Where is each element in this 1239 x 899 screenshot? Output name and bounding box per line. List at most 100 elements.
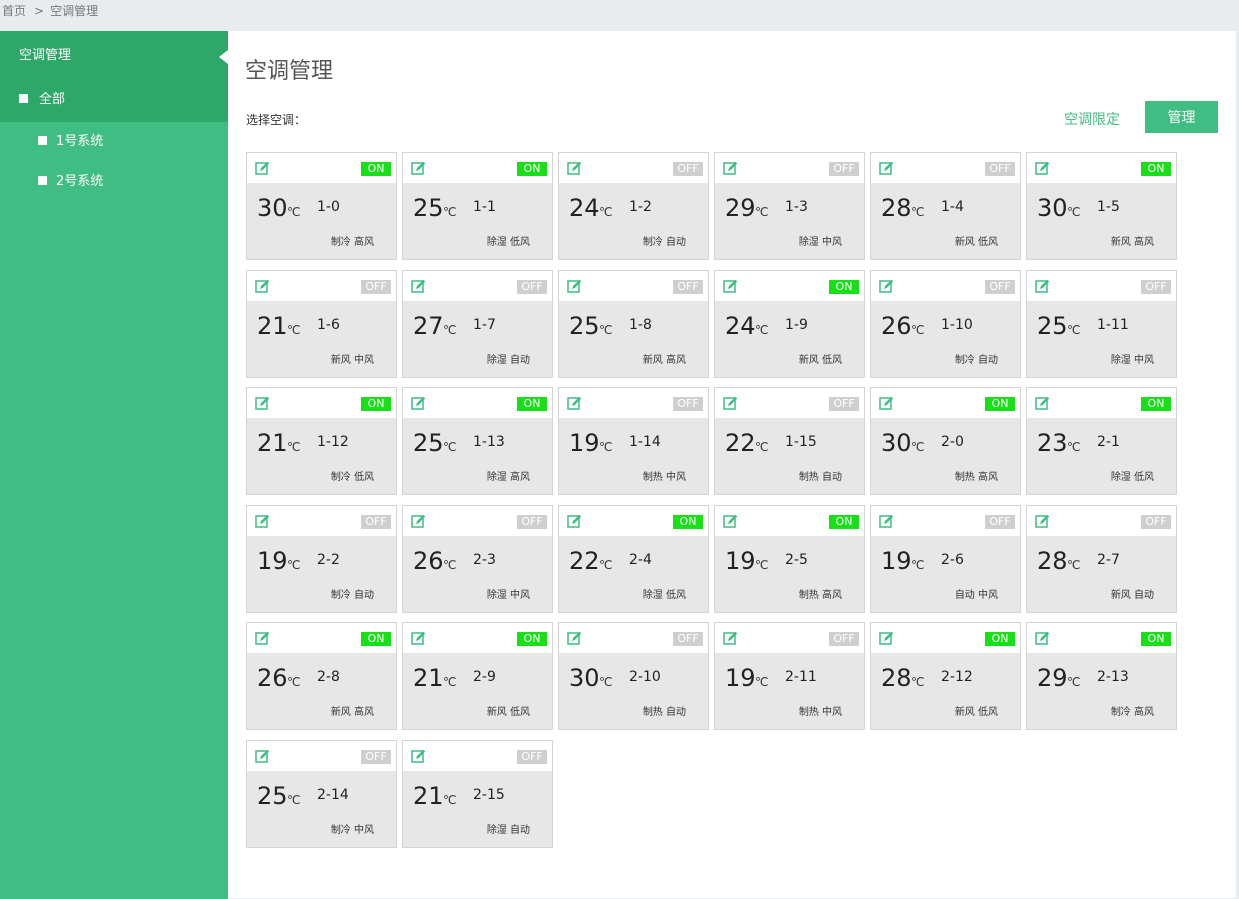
power-status-badge[interactable]: OFF	[517, 749, 547, 764]
ac-unit-card[interactable]: ON 23 ℃ 2-1 除湿 低风	[1026, 387, 1177, 495]
power-status-badge[interactable]: OFF	[361, 514, 391, 529]
edit-icon[interactable]	[411, 396, 426, 411]
edit-icon[interactable]	[255, 514, 270, 529]
ac-unit-card[interactable]: OFF 19 ℃ 2-6 自动 中风	[870, 504, 1021, 613]
ac-unit-card[interactable]: ON 28 ℃ 2-12 新风 低风	[870, 622, 1021, 730]
power-status-badge[interactable]: OFF	[829, 397, 859, 411]
edit-icon[interactable]	[567, 396, 582, 411]
ac-unit-card[interactable]: OFF 21 ℃ 1-6 新风 中风	[246, 269, 397, 378]
ac-unit-card[interactable]: OFF 19 ℃ 2-2 制冷 自动	[246, 504, 397, 613]
edit-icon[interactable]	[879, 514, 894, 529]
edit-icon[interactable]	[879, 161, 894, 176]
power-status-badge[interactable]: OFF	[361, 279, 391, 294]
power-status-badge[interactable]: ON	[829, 514, 859, 529]
edit-icon[interactable]	[255, 631, 270, 646]
power-status-badge[interactable]: ON	[829, 279, 859, 294]
ac-unit-card[interactable]: ON 25 ℃ 1-13 除湿 高风	[402, 387, 553, 495]
sidebar-item-ac-management[interactable]: 空调管理	[0, 31, 228, 82]
ac-unit-card[interactable]: ON 26 ℃ 2-8 新风 高风	[246, 622, 397, 730]
edit-icon[interactable]	[879, 396, 894, 411]
ac-unit-card[interactable]: ON 21 ℃ 1-12 制冷 低风	[246, 387, 397, 495]
power-status-badge[interactable]: ON	[517, 632, 547, 646]
ac-unit-card[interactable]: OFF 28 ℃ 2-7 新风 自动	[1026, 504, 1177, 613]
edit-icon[interactable]	[411, 279, 426, 294]
ac-unit-card[interactable]: ON 30 ℃ 1-5 新风 高风	[1026, 152, 1177, 260]
edit-icon[interactable]	[411, 514, 426, 529]
sidebar-item-all[interactable]: 全部	[0, 82, 228, 122]
power-status-badge[interactable]: ON	[361, 162, 391, 176]
edit-icon[interactable]	[255, 161, 270, 176]
edit-icon[interactable]	[567, 514, 582, 529]
sidebar-item-system-1[interactable]: 1号系统	[0, 122, 228, 162]
ac-unit-card[interactable]: ON 21 ℃ 2-9 新风 低风	[402, 622, 553, 730]
edit-icon[interactable]	[879, 631, 894, 646]
ac-unit-card[interactable]: OFF 19 ℃ 2-11 制热 中风	[714, 622, 865, 730]
ac-unit-card[interactable]: OFF 25 ℃ 1-11 除湿 中风	[1026, 269, 1177, 378]
edit-icon[interactable]	[723, 631, 738, 646]
ac-unit-card[interactable]: OFF 24 ℃ 1-2 制冷 自动	[558, 152, 709, 260]
ac-unit-card[interactable]: OFF 22 ℃ 1-15 制热 自动	[714, 387, 865, 495]
ac-unit-card[interactable]: OFF 19 ℃ 1-14 制热 中风	[558, 387, 709, 495]
edit-icon[interactable]	[1035, 161, 1050, 176]
power-status-badge[interactable]: OFF	[517, 514, 547, 529]
sidebar-item-system-2[interactable]: 2号系统	[0, 162, 228, 202]
power-status-badge[interactable]: ON	[1141, 397, 1171, 411]
ac-unit-card[interactable]: OFF 25 ℃ 1-8 新风 高风	[558, 269, 709, 378]
ac-limit-link[interactable]: 空调限定	[1064, 109, 1120, 129]
ac-unit-card[interactable]: OFF 28 ℃ 1-4 新风 低风	[870, 152, 1021, 260]
power-status-badge[interactable]: OFF	[829, 162, 859, 176]
edit-icon[interactable]	[723, 514, 738, 529]
power-status-badge[interactable]: ON	[361, 632, 391, 646]
ac-unit-card[interactable]: ON 25 ℃ 1-1 除湿 低风	[402, 152, 553, 260]
power-status-badge[interactable]: ON	[517, 162, 547, 176]
power-status-badge[interactable]: ON	[673, 514, 703, 529]
edit-icon[interactable]	[411, 749, 426, 764]
power-status-badge[interactable]: ON	[985, 632, 1015, 646]
edit-icon[interactable]	[567, 161, 582, 176]
edit-icon[interactable]	[567, 631, 582, 646]
edit-icon[interactable]	[1035, 514, 1050, 529]
edit-icon[interactable]	[567, 279, 582, 294]
manage-button[interactable]: 管理	[1145, 101, 1218, 133]
power-status-badge[interactable]: ON	[517, 397, 547, 411]
power-status-badge[interactable]: OFF	[985, 162, 1015, 176]
edit-icon[interactable]	[255, 749, 270, 764]
power-status-badge[interactable]: OFF	[1141, 514, 1171, 529]
edit-icon[interactable]	[723, 279, 738, 294]
power-status-badge[interactable]: OFF	[985, 279, 1015, 294]
ac-unit-card[interactable]: OFF 27 ℃ 1-7 除湿 自动	[402, 269, 553, 378]
ac-unit-card[interactable]: ON 29 ℃ 2-13 制冷 高风	[1026, 622, 1177, 730]
ac-unit-card[interactable]: ON 19 ℃ 2-5 制热 高风	[714, 504, 865, 613]
ac-unit-card[interactable]: ON 30 ℃ 1-0 制冷 高风	[246, 152, 397, 260]
ac-unit-card[interactable]: OFF 29 ℃ 1-3 除湿 中风	[714, 152, 865, 260]
power-status-badge[interactable]: OFF	[673, 632, 703, 646]
edit-icon[interactable]	[411, 631, 426, 646]
ac-unit-card[interactable]: ON 22 ℃ 2-4 除湿 低风	[558, 504, 709, 613]
ac-unit-card[interactable]: ON 24 ℃ 1-9 新风 低风	[714, 269, 865, 378]
edit-icon[interactable]	[723, 396, 738, 411]
power-status-badge[interactable]: OFF	[985, 514, 1015, 529]
power-status-badge[interactable]: OFF	[673, 397, 703, 411]
edit-icon[interactable]	[879, 279, 894, 294]
edit-icon[interactable]	[1035, 631, 1050, 646]
power-status-badge[interactable]: ON	[361, 397, 391, 411]
power-status-badge[interactable]: ON	[1141, 632, 1171, 646]
power-status-badge[interactable]: OFF	[673, 162, 703, 176]
edit-icon[interactable]	[255, 396, 270, 411]
ac-unit-card[interactable]: OFF 26 ℃ 1-10 制冷 自动	[870, 269, 1021, 378]
ac-unit-card[interactable]: OFF 26 ℃ 2-3 除湿 中风	[402, 504, 553, 613]
breadcrumb-home[interactable]: 首页	[2, 4, 26, 18]
power-status-badge[interactable]: OFF	[1141, 279, 1171, 294]
power-status-badge[interactable]: OFF	[361, 749, 391, 764]
ac-unit-card[interactable]: OFF 25 ℃ 2-14 制冷 中风	[246, 739, 397, 848]
ac-unit-card[interactable]: ON 30 ℃ 2-0 制热 高风	[870, 387, 1021, 495]
power-status-badge[interactable]: ON	[985, 397, 1015, 411]
edit-icon[interactable]	[255, 279, 270, 294]
ac-unit-card[interactable]: OFF 30 ℃ 2-10 制热 自动	[558, 622, 709, 730]
edit-icon[interactable]	[411, 161, 426, 176]
power-status-badge[interactable]: ON	[1141, 162, 1171, 176]
power-status-badge[interactable]: OFF	[829, 632, 859, 646]
edit-icon[interactable]	[723, 161, 738, 176]
power-status-badge[interactable]: OFF	[673, 279, 703, 294]
edit-icon[interactable]	[1035, 279, 1050, 294]
